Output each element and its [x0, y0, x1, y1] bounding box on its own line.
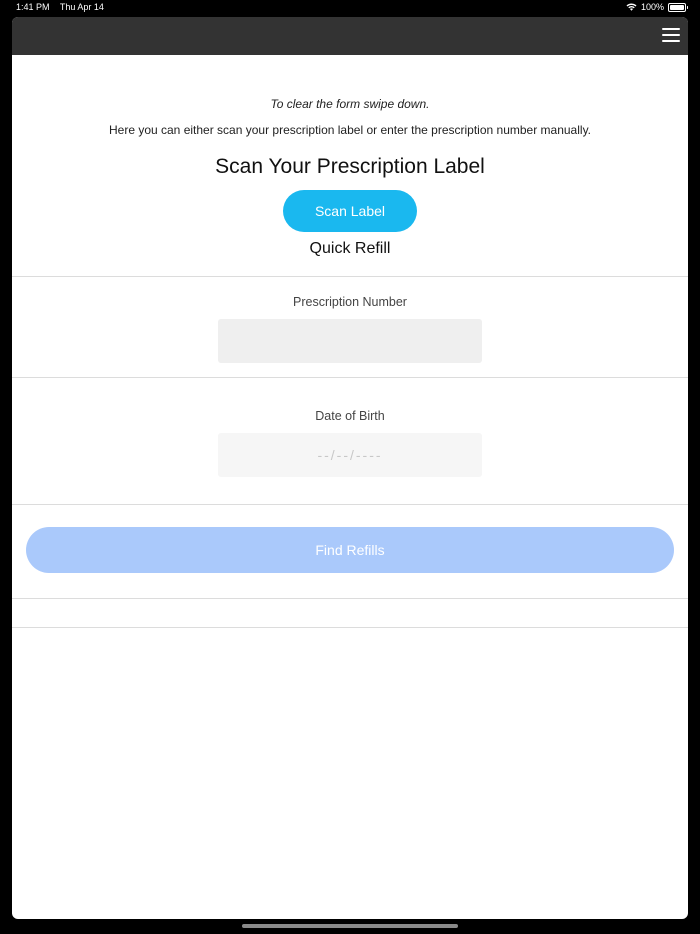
status-date: Thu Apr 14 — [59, 2, 104, 12]
prescription-number-input[interactable] — [218, 319, 482, 363]
find-refills-button[interactable]: Find Refills — [26, 527, 674, 573]
divider — [12, 598, 688, 599]
divider — [12, 504, 688, 505]
wifi-icon — [626, 3, 637, 11]
scan-title: Scan Your Prescription Label — [215, 155, 485, 178]
scan-label-button[interactable]: Scan Label — [283, 190, 417, 232]
hamburger-menu-icon[interactable] — [662, 27, 680, 43]
clear-form-hint: To clear the form swipe down. — [270, 97, 430, 111]
divider — [12, 627, 688, 628]
home-indicator[interactable] — [242, 924, 458, 928]
app-window: To clear the form swipe down. Here you c… — [12, 17, 688, 919]
divider — [12, 276, 688, 277]
navbar — [12, 17, 688, 55]
quick-refill-heading: Quick Refill — [309, 240, 391, 257]
battery-percent: 100% — [640, 2, 664, 12]
date-of-birth-input[interactable] — [218, 433, 482, 477]
divider — [12, 377, 688, 378]
battery-icon — [668, 2, 688, 12]
intro-text: Here you can either scan your prescripti… — [108, 123, 592, 137]
prescription-number-label: Prescription Number — [293, 295, 407, 309]
status-bar: 1:41 PM Thu Apr 14 100% — [0, 0, 700, 14]
status-time: 1:41 PM — [16, 2, 50, 12]
status-left: 1:41 PM Thu Apr 14 — [16, 0, 112, 14]
status-right: 100% — [626, 0, 688, 14]
date-of-birth-label: Date of Birth — [315, 409, 385, 423]
